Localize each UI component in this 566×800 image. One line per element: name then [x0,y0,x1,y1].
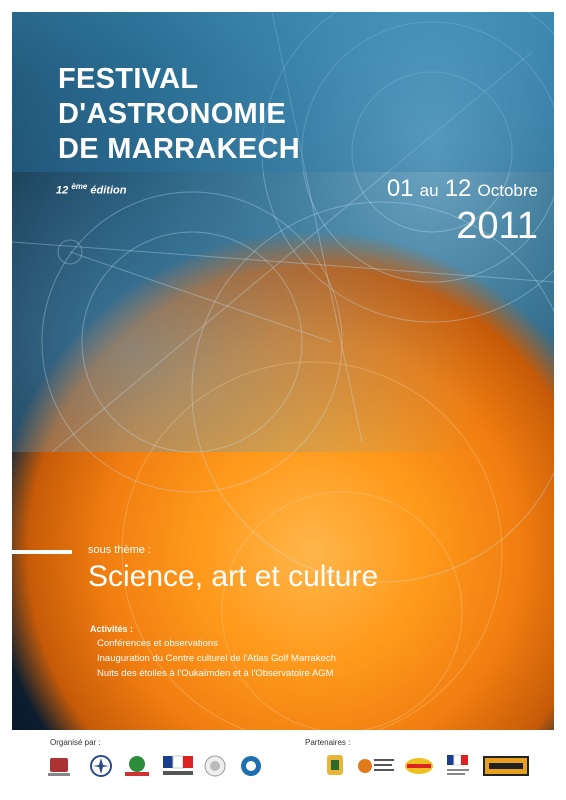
theme-divider [12,550,72,554]
title-line-2: D'ASTRONOMIE [58,97,300,132]
partner-logo-5 [482,754,530,778]
partners-label: Partenaires : [305,738,351,747]
organiser-logo-2 [88,754,114,778]
date-range: 01 au 12 Octobre [387,176,538,204]
organiser-logo-4 [160,754,196,778]
organiser-logo-1 [44,754,74,778]
edition-word: édition [90,184,127,197]
date-start: 01 [386,175,414,202]
theme-label: sous thème : [88,544,151,556]
organised-by-label: Organisé par : [50,738,101,747]
edition-label: 12 ème édition [56,182,126,197]
activity-item: Inauguration du Centre culturel de l'Atl… [97,653,336,664]
activity-item: Nuits des étoiles à l'Oukaïmden et à l'O… [97,668,334,679]
organiser-logo-5 [200,754,230,778]
date-month: Octobre [477,181,538,200]
title-line-1: FESTIVAL [58,63,199,95]
activity-item: Conférences et observations [97,638,218,649]
partner-logo-1 [322,754,348,778]
organiser-logo-6 [238,754,264,778]
activities-list: Conférences et observations Inauguration… [97,636,336,681]
date-end: 12 [444,175,472,202]
partner-logo-4 [444,754,472,778]
activities-title: Activités : [90,624,134,634]
date-connector: au [419,181,439,200]
poster: FESTIVAL D'ASTRONOMIE DE MARRAKECH 12 èm… [12,12,554,730]
partner-logo-3 [402,754,436,778]
footer: Organisé par : Partenaires : [0,730,566,800]
title-line-2-prefix: D' [58,98,87,130]
title-line-2-main: ASTRONOMIE [86,98,287,130]
edition-number: 12 [56,184,69,197]
festival-dates: 01 au 12 Octobre 2011 [387,176,538,248]
date-year: 2011 [456,205,538,247]
edition-sup: ème [71,182,88,191]
festival-title: FESTIVAL D'ASTRONOMIE DE MARRAKECH [58,62,300,167]
organiser-logo-3 [120,754,154,778]
title-line-3: DE MARRAKECH [58,133,301,165]
theme-title: Science, art et culture [88,560,379,593]
partner-logo-2 [356,754,396,778]
